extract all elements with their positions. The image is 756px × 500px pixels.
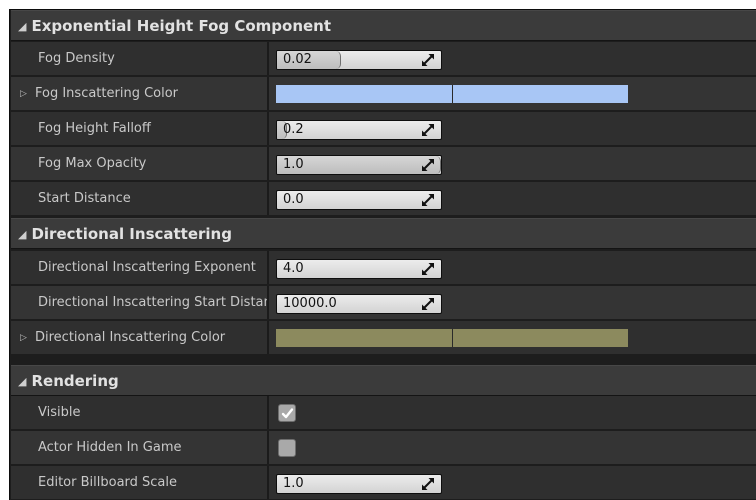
section-title: Directional Inscattering: [31, 225, 232, 243]
property-label: ▷ Directional Inscattering Color: [11, 321, 267, 354]
property-row-directional-inscattering-color: ▷ Directional Inscattering Color: [11, 321, 756, 355]
fog-height-falloff-input[interactable]: 0.2: [276, 120, 442, 140]
resize-arrows-icon[interactable]: [422, 159, 434, 171]
resize-arrows-icon[interactable]: [422, 54, 434, 66]
property-row-fog-inscattering-color: ▷ Fog Inscattering Color: [11, 77, 756, 111]
property-label: Visible: [38, 405, 81, 420]
property-row-visible: Visible: [11, 396, 756, 430]
editor-billboard-scale-input[interactable]: 1.0: [276, 474, 442, 494]
field-value: 4.0: [283, 261, 304, 276]
property-label: Fog Max Opacity: [38, 156, 147, 171]
field-value: 10000.0: [283, 296, 337, 311]
property-label: ▷ Fog Inscattering Color: [11, 77, 267, 110]
property-label: Start Distance: [38, 191, 131, 206]
start-distance-input[interactable]: 0.0: [276, 190, 442, 210]
directional-inscattering-exponent-input[interactable]: 4.0: [276, 259, 442, 279]
field-value: 0.2: [283, 122, 304, 137]
property-row-editor-billboard-scale: Editor Billboard Scale 1.0: [11, 466, 756, 500]
directional-inscattering-color-swatch[interactable]: [276, 329, 628, 347]
field-value: 1.0: [283, 476, 304, 491]
color-swatch-right: [452, 329, 628, 347]
property-label: Fog Height Falloff: [38, 121, 151, 136]
color-swatch-left: [276, 85, 452, 103]
expand-triangle-icon[interactable]: ▷: [20, 321, 35, 354]
property-row-start-distance: Start Distance 0.0: [11, 182, 756, 216]
column-divider[interactable]: [267, 431, 269, 464]
collapse-triangle-icon[interactable]: ◢: [18, 12, 26, 42]
property-label: Actor Hidden In Game: [38, 440, 182, 455]
field-value: 0.02: [283, 52, 312, 67]
color-swatch-left: [276, 329, 452, 347]
section-title: Rendering: [31, 372, 119, 390]
column-divider[interactable]: [267, 77, 269, 110]
resize-arrows-icon[interactable]: [422, 298, 434, 310]
color-swatch-right: [452, 85, 628, 103]
fog-inscattering-color-swatch[interactable]: [276, 85, 628, 103]
column-divider[interactable]: [267, 112, 269, 145]
field-value: 1.0: [283, 157, 304, 172]
property-row-actor-hidden-in-game: Actor Hidden In Game: [11, 431, 756, 465]
property-row-fog-max-opacity: Fog Max Opacity 1.0: [11, 147, 756, 181]
column-divider[interactable]: [267, 286, 269, 319]
resize-arrows-icon[interactable]: [422, 194, 434, 206]
section-title: Exponential Height Fog Component: [31, 17, 332, 35]
property-label: Directional Inscattering Start Distance: [38, 295, 267, 310]
checkmark-icon: [281, 408, 294, 419]
column-divider[interactable]: [267, 321, 269, 354]
property-label-text: Directional Inscattering Color: [35, 330, 226, 345]
column-divider[interactable]: [267, 466, 269, 499]
section-header-rendering[interactable]: ◢ Rendering: [11, 365, 756, 396]
fog-max-opacity-input[interactable]: 1.0: [276, 155, 442, 175]
visible-checkbox[interactable]: [278, 404, 296, 422]
section-header-exponential-height-fog[interactable]: ◢ Exponential Height Fog Component: [11, 10, 756, 41]
column-divider[interactable]: [267, 42, 269, 75]
collapse-triangle-icon[interactable]: ◢: [18, 367, 26, 397]
section-header-directional-inscattering[interactable]: ◢ Directional Inscattering: [11, 218, 756, 249]
fog-density-input[interactable]: 0.02: [276, 50, 442, 70]
expand-triangle-icon[interactable]: ▷: [20, 77, 35, 110]
property-label: Editor Billboard Scale: [38, 475, 178, 490]
resize-arrows-icon[interactable]: [422, 124, 434, 136]
property-row-fog-density: Fog Density 0.02: [11, 42, 756, 76]
column-divider[interactable]: [267, 182, 269, 215]
property-row-directional-inscattering-exponent: Directional Inscattering Exponent 4.0: [11, 251, 756, 285]
column-divider[interactable]: [267, 147, 269, 180]
collapse-triangle-icon[interactable]: ◢: [18, 220, 26, 250]
column-divider[interactable]: [267, 251, 269, 284]
actor-hidden-in-game-checkbox[interactable]: [278, 439, 296, 457]
field-value: 0.0: [283, 192, 304, 207]
resize-arrows-icon[interactable]: [422, 478, 434, 490]
resize-arrows-icon[interactable]: [422, 263, 434, 275]
property-row-directional-inscattering-start-distance: Directional Inscattering Start Distance …: [11, 286, 756, 320]
directional-inscattering-start-distance-input[interactable]: 10000.0: [276, 294, 442, 314]
column-divider[interactable]: [267, 396, 269, 429]
property-label: Directional Inscattering Exponent: [38, 260, 256, 275]
property-label: Fog Density: [38, 51, 115, 66]
property-label-text: Fog Inscattering Color: [35, 86, 179, 101]
property-row-fog-height-falloff: Fog Height Falloff 0.2: [11, 112, 756, 146]
details-panel: ◢ Exponential Height Fog Component Fog De…: [9, 9, 756, 500]
